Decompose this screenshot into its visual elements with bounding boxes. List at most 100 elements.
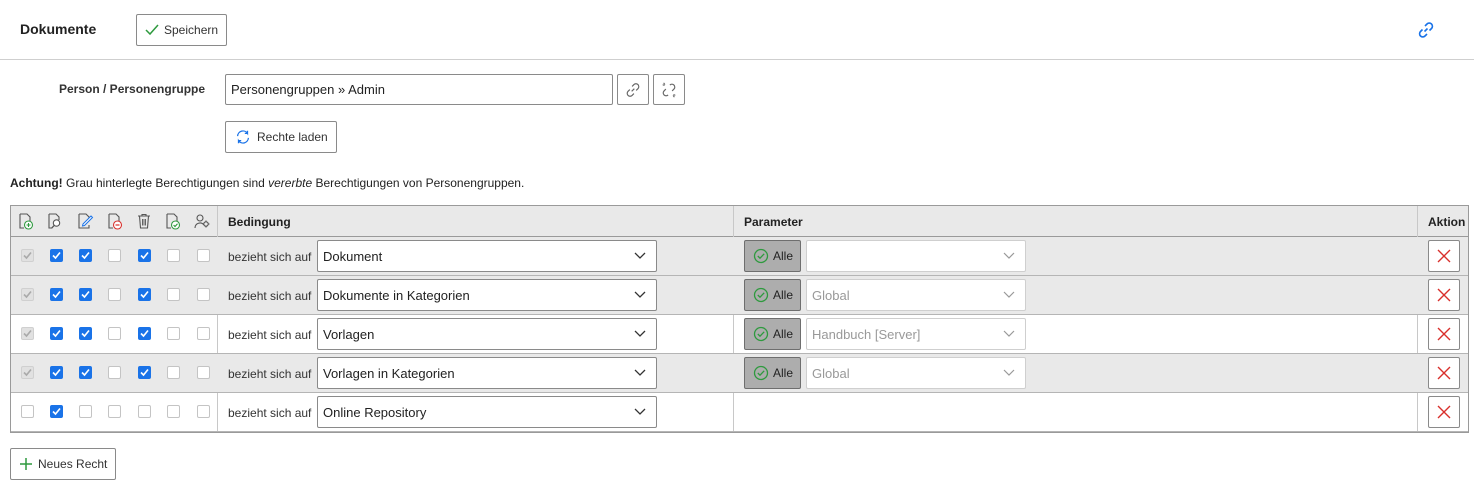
close-icon	[1437, 327, 1451, 341]
permission-read-checkbox[interactable]	[50, 366, 63, 379]
all-parameter-toggle[interactable]: Alle	[744, 318, 801, 350]
condition-prefix-label: bezieht sich auf	[228, 289, 312, 303]
remove-icon	[108, 213, 123, 230]
load-rights-button[interactable]: Rechte laden	[225, 121, 337, 153]
link-icon[interactable]	[1416, 20, 1436, 40]
condition-target-select[interactable]: Dokument	[317, 240, 657, 272]
condition-target-select[interactable]: Vorlagen in Kategorien	[317, 357, 657, 389]
all-parameter-toggle[interactable]: Alle	[744, 240, 801, 272]
permission-remove-checkbox[interactable]	[108, 405, 121, 418]
create-icon	[19, 213, 34, 230]
condition-target-value: Dokument	[323, 249, 383, 264]
permission-delete-checkbox[interactable]	[138, 288, 151, 301]
checkmark-icon	[145, 24, 159, 36]
permission-admin-checkbox[interactable]	[197, 327, 210, 340]
load-rights-label: Rechte laden	[257, 130, 328, 144]
permission-admin-checkbox[interactable]	[197, 288, 210, 301]
all-parameter-label: Alle	[773, 288, 794, 302]
person-group-field[interactable]: Personengruppen » Admin	[225, 74, 613, 105]
permission-delete-checkbox[interactable]	[138, 327, 151, 340]
close-icon	[1437, 405, 1451, 419]
unlink-person-button[interactable]	[653, 74, 685, 105]
link-person-button[interactable]	[617, 74, 649, 105]
condition-prefix-label: bezieht sich auf	[228, 406, 312, 420]
delete-row-button[interactable]	[1428, 240, 1460, 272]
permission-delete-checkbox[interactable]	[138, 366, 151, 379]
permission-delete-checkbox[interactable]	[138, 405, 151, 418]
permission-approve-checkbox[interactable]	[167, 405, 180, 418]
permission-edit-checkbox[interactable]	[79, 249, 92, 262]
all-parameter-toggle[interactable]: Alle	[744, 357, 801, 389]
condition-target-select[interactable]: Dokumente in Kategorien	[317, 279, 657, 311]
all-parameter-label: Alle	[773, 249, 794, 263]
permission-remove-checkbox[interactable]	[108, 288, 121, 301]
permission-edit-checkbox[interactable]	[79, 288, 92, 301]
permission-read-checkbox[interactable]	[50, 249, 63, 262]
condition-target-select[interactable]: Vorlagen	[317, 318, 657, 350]
permission-admin-checkbox[interactable]	[197, 405, 210, 418]
table-row: bezieht sich auf Vorlagen Alle Handbuch [Se…	[11, 315, 1468, 354]
permission-approve-checkbox[interactable]	[167, 366, 180, 379]
delete-row-button[interactable]	[1428, 279, 1460, 311]
parameter-select[interactable]: Global	[806, 279, 1026, 311]
condition-target-value: Dokumente in Kategorien	[323, 288, 470, 303]
link-icon	[626, 82, 640, 97]
chevron-down-icon	[634, 291, 646, 298]
new-right-button[interactable]: Neues Recht	[10, 448, 117, 480]
close-icon	[1437, 366, 1451, 380]
condition-target-value: Vorlagen	[323, 327, 375, 342]
permission-approve-checkbox[interactable]	[167, 327, 180, 340]
permission-edit-checkbox[interactable]	[79, 327, 92, 340]
permission-delete-checkbox[interactable]	[138, 249, 151, 262]
person-group-label: Person / Personengruppe	[59, 82, 206, 96]
permission-create-checkbox[interactable]	[21, 288, 34, 301]
new-right-label: Neues Recht	[38, 457, 108, 471]
close-icon	[1437, 249, 1451, 263]
permission-create-checkbox[interactable]	[21, 405, 34, 418]
parameter-select[interactable]	[806, 240, 1026, 272]
delete-row-button[interactable]	[1428, 318, 1460, 350]
table-row: bezieht sich auf Dokument Alle	[11, 237, 1468, 276]
permissions-table: Bedingung Parameter Aktion bezieht sich …	[10, 205, 1469, 433]
permission-remove-checkbox[interactable]	[108, 249, 121, 262]
parameter-value: Global	[812, 288, 850, 303]
delete-row-button[interactable]	[1428, 396, 1460, 428]
condition-target-select[interactable]: Online Repository	[317, 396, 657, 428]
all-parameter-toggle[interactable]: Alle	[744, 279, 801, 311]
approve-icon	[166, 213, 181, 230]
condition-column-header: Bedingung	[228, 215, 291, 229]
permission-edit-checkbox[interactable]	[79, 366, 92, 379]
condition-prefix-label: bezieht sich auf	[228, 367, 312, 381]
condition-prefix-label: bezieht sich auf	[228, 250, 312, 264]
all-parameter-label: Alle	[773, 366, 794, 380]
permission-remove-checkbox[interactable]	[108, 327, 121, 340]
permission-approve-checkbox[interactable]	[167, 249, 180, 262]
permission-read-checkbox[interactable]	[50, 327, 63, 340]
permission-create-checkbox[interactable]	[21, 249, 34, 262]
parameter-column-header: Parameter	[744, 215, 803, 229]
permission-admin-checkbox[interactable]	[197, 366, 210, 379]
chevron-down-icon	[634, 252, 646, 259]
parameter-select[interactable]: Handbuch [Server]	[806, 318, 1026, 350]
permission-remove-checkbox[interactable]	[108, 366, 121, 379]
parameter-select[interactable]: Global	[806, 357, 1026, 389]
permission-read-checkbox[interactable]	[50, 288, 63, 301]
permission-admin-checkbox[interactable]	[197, 249, 210, 262]
chevron-down-icon	[634, 330, 646, 337]
notice-emphasis: vererbte	[268, 176, 313, 190]
chevron-down-icon	[634, 369, 646, 376]
close-icon	[1437, 288, 1451, 302]
delete-row-button[interactable]	[1428, 357, 1460, 389]
top-bar: Dokumente Speichern	[0, 0, 1474, 60]
notice-text-2: Berechtigungen von Personengruppen.	[312, 176, 525, 190]
save-button[interactable]: Speichern	[136, 14, 228, 46]
permission-create-checkbox[interactable]	[21, 327, 34, 340]
save-label: Speichern	[164, 23, 219, 37]
permission-edit-checkbox[interactable]	[79, 405, 92, 418]
permission-read-checkbox[interactable]	[50, 405, 63, 418]
permission-approve-checkbox[interactable]	[167, 288, 180, 301]
parameter-value: Handbuch [Server]	[812, 327, 921, 342]
edit-icon	[78, 213, 94, 229]
table-row: bezieht sich auf Vorlagen in Kategorien Al…	[11, 354, 1468, 393]
permission-create-checkbox[interactable]	[21, 366, 34, 379]
